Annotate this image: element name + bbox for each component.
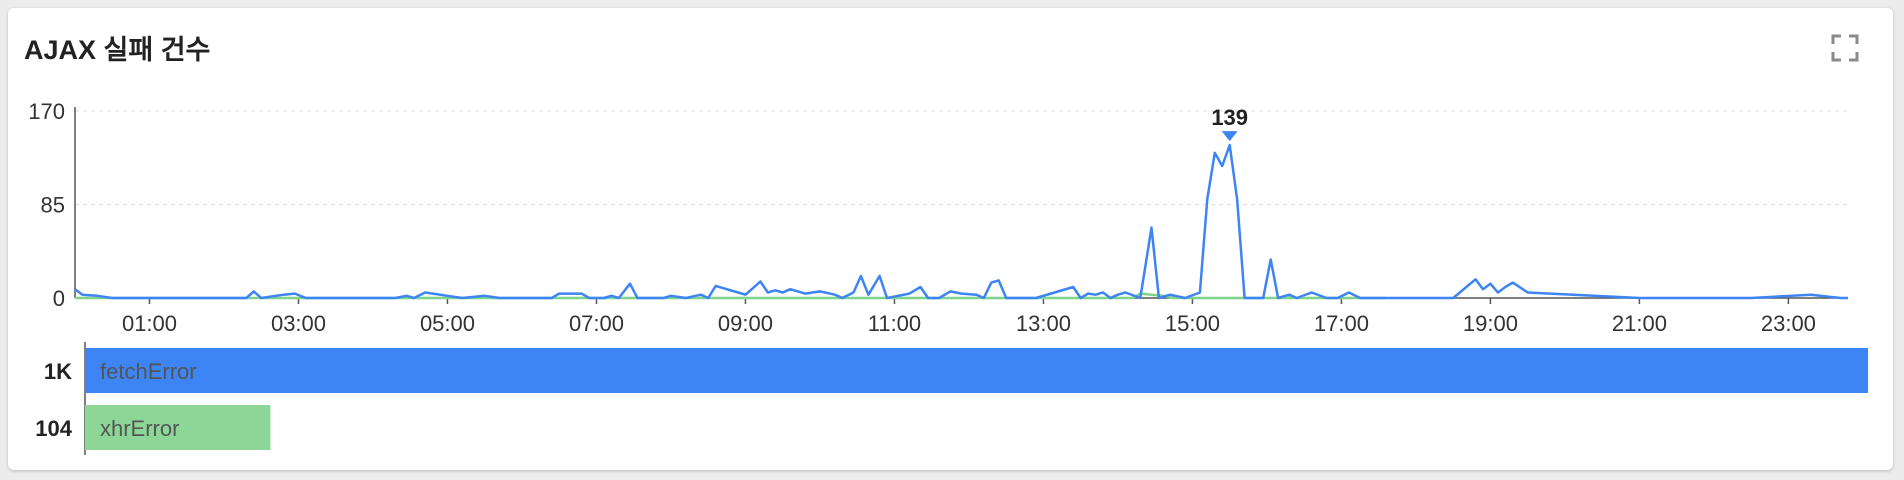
x-tick-label: 13:00 [1016,311,1071,336]
bar-value-label: 104 [35,416,72,441]
x-tick-label: 03:00 [271,311,326,336]
y-tick-label: 85 [41,193,65,218]
x-tick-label: 15:00 [1165,311,1220,336]
x-tick-label: 11:00 [868,311,921,336]
x-tick-label: 21:00 [1612,311,1667,336]
x-tick-label: 01:00 [122,311,177,336]
x-tick-label: 07:00 [569,311,624,336]
x-tick-label: 19:00 [1463,311,1518,336]
series-line-fetchError [74,143,1848,300]
y-tick-label: 0 [53,286,65,311]
y-tick-label: 170 [28,99,65,124]
x-tick-label: 23:00 [1761,311,1816,336]
bar-category-label: xhrError [100,416,179,441]
ajax-failure-chart: 0 85 170 01:00 03:00 05:00 07:00 09:00 11:00 13:0… [28,99,1868,455]
bar-value-label: 1K [44,359,72,384]
peak-marker-icon [1221,131,1238,142]
x-tick-label: 09:00 [718,311,773,336]
x-tick-label: 17:00 [1314,311,1369,336]
peak-value-label: 139 [1211,105,1248,130]
bar-fetchError [85,348,1868,393]
x-tick-label: 05:00 [420,311,475,336]
bar-category-label: fetchError [100,359,197,384]
